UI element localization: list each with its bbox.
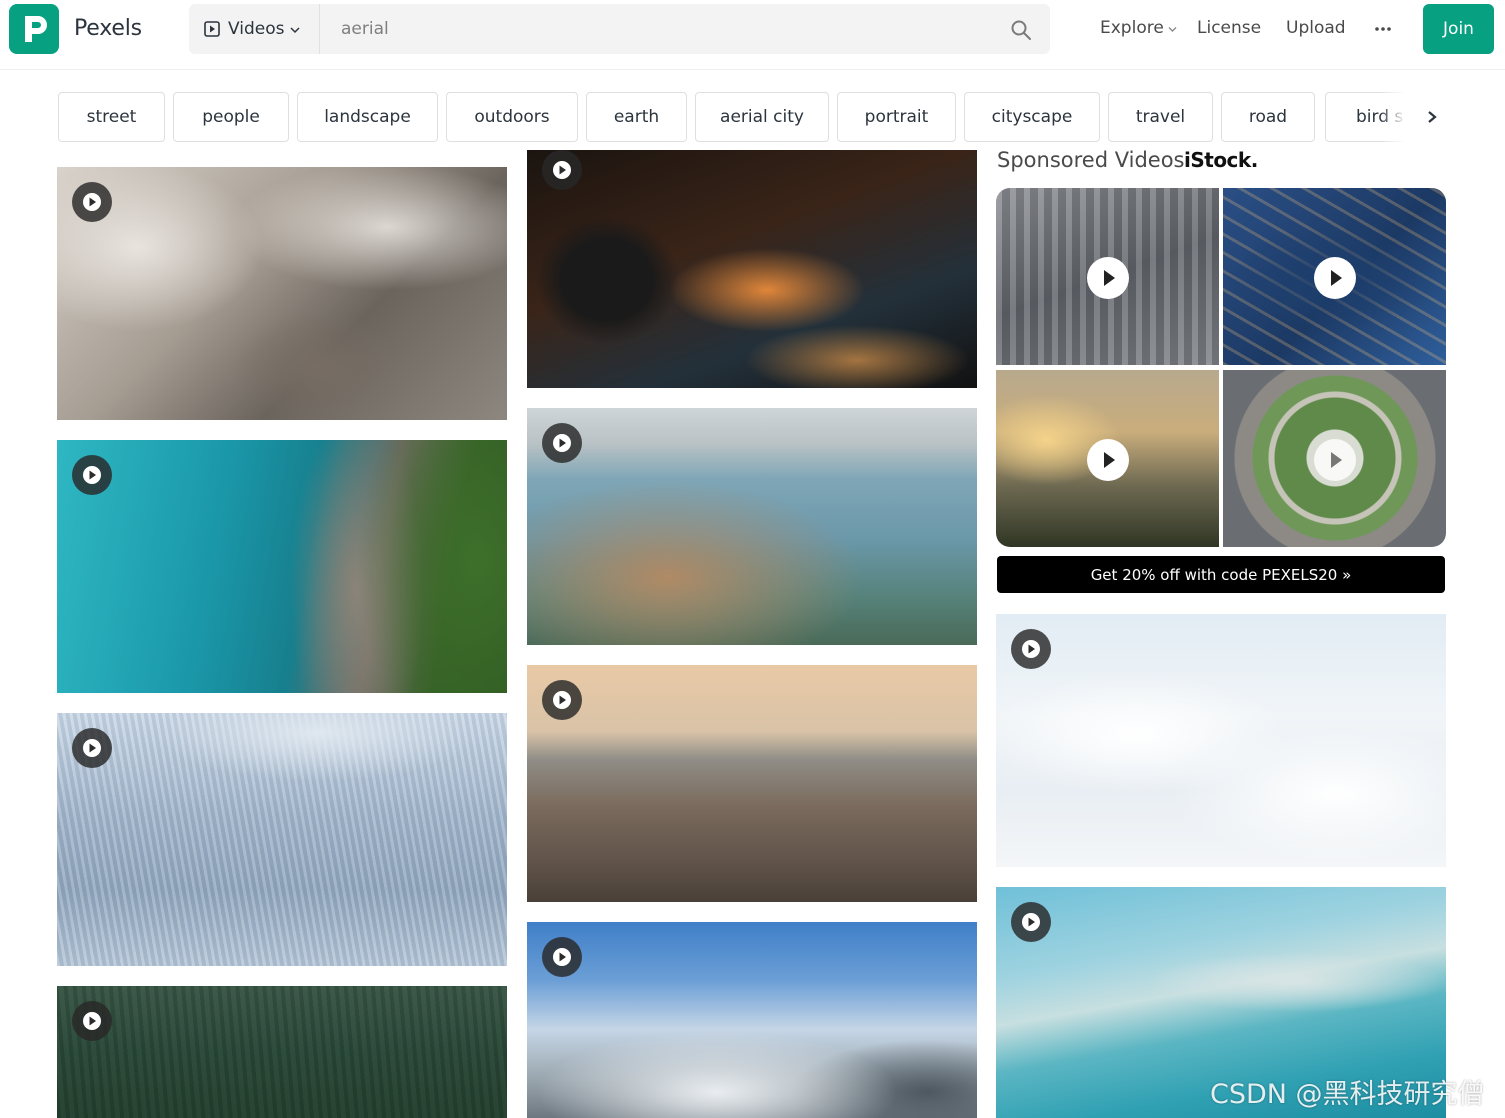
brand-name[interactable]: Pexels: [74, 16, 142, 41]
play-icon: [542, 937, 582, 977]
play-icon: [1314, 257, 1356, 299]
play-icon: [1314, 439, 1356, 481]
search-input[interactable]: [321, 4, 1001, 54]
tag-chip[interactable]: people: [173, 92, 289, 142]
play-icon: [542, 423, 582, 463]
watermark-text: CSDN @黑科技研究僧: [1210, 1079, 1485, 1110]
istock-logo[interactable]: iStock.: [1184, 148, 1258, 172]
sponsored-video-tile[interactable]: [996, 188, 1219, 365]
play-icon: [72, 182, 112, 222]
chevron-down-icon: [1168, 27, 1177, 32]
video-card[interactable]: [57, 167, 507, 420]
video-icon: [204, 21, 220, 37]
play-icon: [1087, 439, 1129, 481]
play-icon: [1087, 257, 1129, 299]
search-type-label: Videos: [228, 19, 285, 39]
tag-chip[interactable]: earth: [586, 92, 687, 142]
video-card[interactable]: [57, 986, 507, 1118]
pexels-logo-icon[interactable]: [9, 4, 59, 54]
video-card[interactable]: [57, 440, 507, 693]
tag-chip[interactable]: aerial city: [695, 92, 829, 142]
video-card[interactable]: [57, 713, 507, 966]
search-icon[interactable]: [1010, 19, 1032, 41]
search-type-dropdown[interactable]: Videos: [189, 4, 320, 54]
play-icon: [1011, 629, 1051, 669]
play-icon: [542, 150, 582, 190]
play-icon: [72, 1001, 112, 1041]
video-card[interactable]: [527, 922, 977, 1118]
promo-code-button[interactable]: Get 20% off with code PEXELS20 »: [997, 556, 1445, 593]
sponsored-title: Sponsored Videos: [997, 148, 1185, 172]
nav-license[interactable]: License: [1197, 18, 1261, 38]
nav-explore[interactable]: Explore: [1100, 18, 1164, 38]
chips-scroll-next[interactable]: [1380, 92, 1444, 142]
sponsored-video-tile[interactable]: [1223, 188, 1446, 365]
tag-chip[interactable]: street: [58, 92, 165, 142]
play-icon: [1011, 902, 1051, 942]
tag-chip[interactable]: road: [1221, 92, 1315, 142]
play-icon: [72, 455, 112, 495]
tag-chip[interactable]: portrait: [837, 92, 956, 142]
nav-upload[interactable]: Upload: [1286, 18, 1346, 38]
tag-chip[interactable]: cityscape: [964, 92, 1100, 142]
video-card[interactable]: [996, 614, 1446, 867]
search-bar: Videos: [189, 4, 1050, 54]
tag-chip[interactable]: travel: [1108, 92, 1213, 142]
join-button[interactable]: Join: [1423, 4, 1494, 54]
sponsored-video-tile[interactable]: [1223, 370, 1446, 547]
top-header: Pexels Videos Explore License Upload Joi…: [0, 0, 1505, 70]
sponsored-grid: [996, 188, 1446, 547]
chevron-down-icon: [290, 27, 300, 34]
more-options-icon[interactable]: [1372, 19, 1394, 39]
video-card[interactable]: [527, 665, 977, 902]
chevron-right-icon: [1428, 111, 1437, 123]
play-icon: [542, 680, 582, 720]
video-card[interactable]: [527, 150, 977, 388]
video-card[interactable]: [527, 408, 977, 645]
tag-chips-row: street people landscape outdoors earth a…: [58, 92, 1444, 142]
tag-chip[interactable]: landscape: [297, 92, 438, 142]
tag-chip[interactable]: outdoors: [446, 92, 578, 142]
sponsored-video-tile[interactable]: [996, 370, 1219, 547]
play-icon: [72, 728, 112, 768]
